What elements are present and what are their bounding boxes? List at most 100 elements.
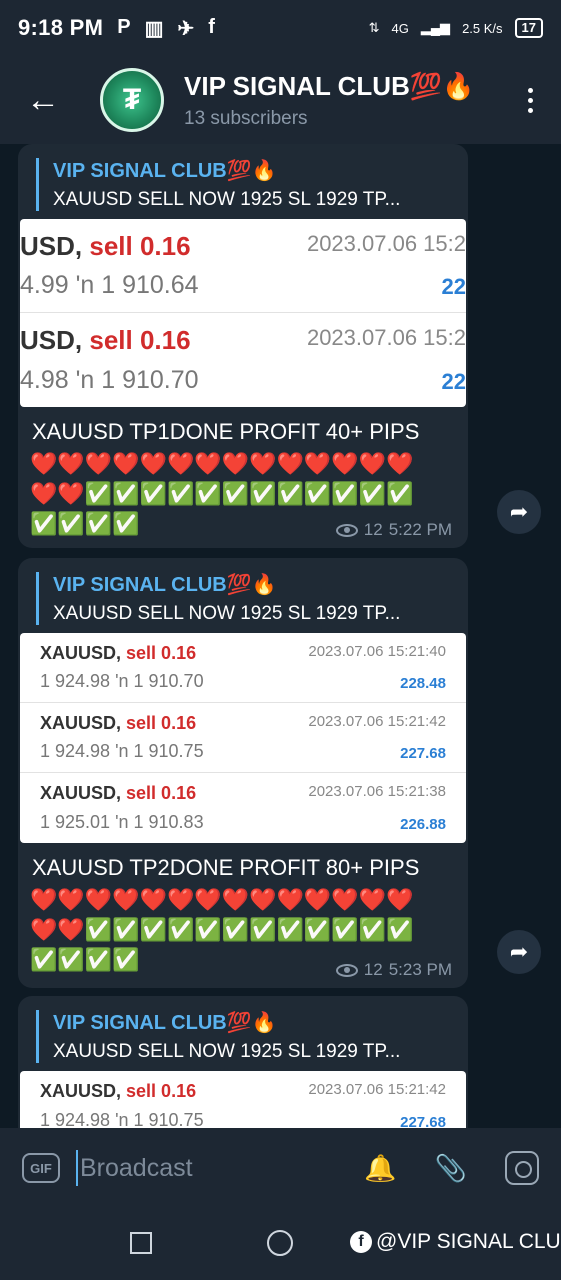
message-input-bar: GIF Broadcast 🔔 📎 [0, 1128, 561, 1208]
trade-screenshot[interactable]: XAUUSD, sell 0.16 1 924.98 'n 1 910.75 2… [20, 1071, 466, 1128]
more-options-icon[interactable] [528, 87, 533, 113]
trade-date: 2023.07.06 15:2 [306, 231, 466, 256]
broadcast-input[interactable]: Broadcast [76, 1150, 326, 1186]
message-meta: 12 5:22 PM [335, 520, 452, 540]
reply-text: XAUUSD SELL NOW 1925 SL 1929 TP... [53, 603, 401, 624]
emoji-row: ❤️❤️✅✅✅✅✅✅✅✅✅✅✅✅ [30, 481, 414, 506]
trade-row: XAUUSD, sell 0.16 1 924.98 'n 1 910.70 2… [20, 633, 466, 703]
trade-date: 2023.07.06 15:21:42 [308, 713, 446, 730]
trade-row: XAUUSD, sell 0.16 1 924.98 'n 1 910.75 2… [20, 1071, 466, 1128]
trade-prices: 1 924.98 'n 1 910.70 [40, 671, 204, 691]
trade-side: sell 0.16 [126, 1081, 197, 1101]
trade-row: USD, sell 0.16 4.99 'n 1 910.64 2023.07.… [20, 219, 466, 313]
trade-side: sell 0.16 [89, 325, 191, 355]
message-bubble[interactable]: VIP SIGNAL CLUB💯🔥 XAUUSD SELL NOW 1925 S… [18, 558, 468, 988]
message-bubble[interactable]: VIP SIGNAL CLUB💯🔥 XAUUSD SELL NOW 1925 S… [18, 144, 468, 548]
trade-symbol: USD, [20, 325, 83, 355]
emoji-row: ❤️❤️❤️❤️❤️❤️❤️❤️❤️❤️❤️❤️❤️❤️ [30, 451, 414, 476]
reply-author: VIP SIGNAL CLUB💯🔥 [53, 1012, 277, 1034]
trade-symbol: XAUUSD, [40, 783, 122, 803]
trade-profit: 22 [441, 369, 466, 394]
data-transfer-icon: ⇅ [368, 20, 380, 35]
bell-icon[interactable]: 🔔 [364, 1153, 396, 1184]
network-type: 4G [391, 20, 409, 36]
net-speed: 2.5 K/s [462, 20, 503, 36]
trade-symbol: XAUUSD, [40, 713, 122, 733]
status-time: 9:18 PM [18, 15, 104, 40]
message-meta: 12 5:23 PM [335, 960, 452, 980]
trade-prices: 4.98 'n 1 910.70 [20, 366, 199, 394]
gif-icon[interactable]: GIF [22, 1153, 60, 1183]
trade-profit: 227.68 [400, 1114, 446, 1128]
views-icon [335, 963, 358, 977]
notification-icon: ▥ [144, 17, 164, 40]
trade-row: USD, sell 0.16 4.98 'n 1 910.70 2023.07.… [20, 313, 466, 407]
battery-icon: 17 [514, 18, 543, 38]
trade-date: 2023.07.06 15:21:38 [308, 783, 446, 800]
home-button[interactable] [267, 1230, 293, 1256]
trade-screenshot[interactable]: XAUUSD, sell 0.16 1 924.98 'n 1 910.70 2… [20, 633, 466, 843]
trade-prices: 1 924.98 'n 1 910.75 [40, 1110, 204, 1128]
subscriber-count: 13 subscribers [184, 107, 308, 129]
reply-preview[interactable]: VIP SIGNAL CLUB💯🔥 XAUUSD SELL NOW 1925 S… [36, 572, 454, 625]
signal-icon: ▂▄▆ [420, 20, 451, 35]
trade-prices: 4.99 'n 1 910.64 [20, 271, 199, 299]
trade-row: XAUUSD, sell 0.16 1 925.01 'n 1 910.83 2… [20, 773, 466, 843]
reply-author: VIP SIGNAL CLUB💯🔥 [53, 160, 277, 182]
channel-header: ← ₮ VIP SIGNAL CLUB💯🔥 13 subscribers [0, 56, 561, 144]
trade-side: sell 0.16 [126, 783, 197, 803]
share-icon[interactable]: ➦ [497, 490, 541, 534]
trade-row: XAUUSD, sell 0.16 1 924.98 'n 1 910.75 2… [20, 703, 466, 773]
reply-text: XAUUSD SELL NOW 1925 SL 1929 TP... [53, 189, 401, 210]
watermark-text: @VIP SIGNAL CLUB [376, 1230, 561, 1253]
trade-symbol: XAUUSD, [40, 643, 122, 663]
trade-profit: 227.68 [400, 745, 446, 762]
message-bubble[interactable]: VIP SIGNAL CLUB💯🔥 XAUUSD SELL NOW 1925 S… [18, 996, 468, 1128]
emoji-row: ❤️❤️❤️❤️❤️❤️❤️❤️❤️❤️❤️❤️❤️❤️ [30, 887, 414, 912]
trade-date: 2023.07.06 15:2 [306, 325, 466, 350]
chat-area[interactable]: VIP SIGNAL CLUB💯🔥 XAUUSD SELL NOW 1925 S… [0, 144, 561, 1128]
views-icon [335, 523, 358, 537]
watermark: f @VIP SIGNAL CLUB [350, 1230, 561, 1254]
view-count: 12 [363, 520, 383, 539]
facebook-icon: f [350, 1231, 372, 1253]
message-time: 5:22 PM [388, 520, 452, 539]
recents-button[interactable] [130, 1232, 152, 1254]
notification-icon: ✈ [177, 17, 195, 40]
share-icon[interactable]: ➦ [497, 930, 541, 974]
trade-symbol: XAUUSD, [40, 1081, 122, 1101]
emoji-row: ❤️❤️✅✅✅✅✅✅✅✅✅✅✅✅ [30, 917, 414, 942]
channel-info[interactable]: VIP SIGNAL CLUB💯🔥 13 subscribers [184, 71, 475, 130]
trade-symbol: USD, [20, 231, 83, 261]
message-text: XAUUSD TP1DONE PROFIT 40+ PIPS [32, 419, 420, 444]
trade-prices: 1 924.98 'n 1 910.75 [40, 741, 204, 761]
trade-side: sell 0.16 [89, 231, 191, 261]
trade-screenshot[interactable]: USD, sell 0.16 4.99 'n 1 910.64 2023.07.… [20, 219, 466, 407]
channel-avatar[interactable]: ₮ [100, 68, 164, 132]
reply-preview[interactable]: VIP SIGNAL CLUB💯🔥 XAUUSD SELL NOW 1925 S… [36, 158, 454, 211]
view-count: 12 [363, 960, 383, 979]
trade-side: sell 0.16 [126, 713, 197, 733]
reply-preview[interactable]: VIP SIGNAL CLUB💯🔥 XAUUSD SELL NOW 1925 S… [36, 1010, 454, 1063]
message-text: XAUUSD TP2DONE PROFIT 80+ PIPS [32, 855, 420, 880]
trade-profit: 22 [441, 274, 466, 299]
attach-icon[interactable]: 📎 [435, 1153, 467, 1184]
camera-icon[interactable] [505, 1151, 539, 1185]
back-arrow-icon[interactable]: ← [26, 83, 66, 117]
notification-icon: P [117, 15, 131, 38]
notification-icon: f [208, 15, 215, 38]
message-time: 5:23 PM [388, 960, 452, 979]
notification-icons: P ▥ ✈ f [117, 16, 215, 41]
channel-title: VIP SIGNAL CLUB💯🔥 [184, 70, 475, 101]
trade-date: 2023.07.06 15:21:42 [308, 1081, 446, 1098]
system-status: ⇅ 4G ▂▄▆ 2.5 K/s 17 [369, 18, 543, 38]
trade-prices: 1 925.01 'n 1 910.83 [40, 812, 204, 832]
trade-profit: 226.88 [400, 816, 446, 833]
trade-side: sell 0.16 [126, 643, 197, 663]
trade-date: 2023.07.06 15:21:40 [308, 643, 446, 660]
reply-author: VIP SIGNAL CLUB💯🔥 [53, 574, 277, 596]
trade-profit: 228.48 [400, 675, 446, 692]
status-bar: 9:18 PM P ▥ ✈ f ⇅ 4G ▂▄▆ 2.5 K/s 17 [0, 0, 561, 56]
reply-text: XAUUSD SELL NOW 1925 SL 1929 TP... [53, 1041, 401, 1062]
system-nav-bar: f @VIP SIGNAL CLUB [0, 1208, 561, 1280]
